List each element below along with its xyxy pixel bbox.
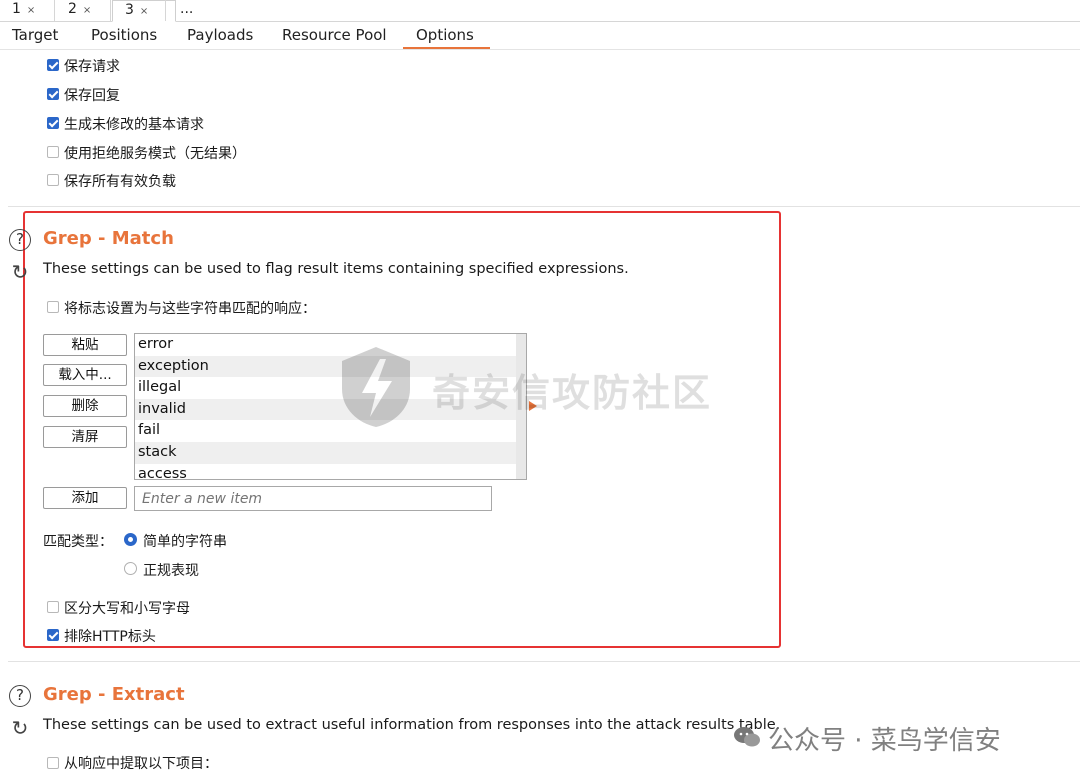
flag-match-label: 将标志设置为与这些字符串匹配的响应： xyxy=(64,301,316,317)
wechat-icon xyxy=(734,727,760,747)
attack-tab-label: 3 xyxy=(125,2,134,18)
case-sensitive-label: 区分大写和小写字母 xyxy=(64,601,190,617)
help-icon[interactable]: ? xyxy=(9,685,31,707)
section-divider xyxy=(8,206,1080,207)
tab-resource-pool[interactable]: Resource Pool xyxy=(282,26,387,44)
attack-tab-label: ... xyxy=(180,1,194,17)
grep-match-description: These settings can be used to flag resul… xyxy=(43,261,629,277)
new-item-input[interactable] xyxy=(134,486,492,511)
flag-match-checkbox[interactable] xyxy=(47,301,59,313)
watermark-text: 奇安信攻防社区 xyxy=(432,371,713,415)
attack-tab-more[interactable]: ... xyxy=(165,0,222,21)
regex-label: 正规表现 xyxy=(143,563,199,579)
store-full-payloads-label: 保存所有有效负载 xyxy=(64,174,176,190)
attack-tab-label: 1 xyxy=(12,1,21,17)
exclude-headers-checkbox[interactable] xyxy=(47,629,59,641)
make-baseline-request-checkbox[interactable] xyxy=(47,117,59,129)
tab-payloads[interactable]: Payloads xyxy=(187,26,253,44)
save-responses-label: 保存回复 xyxy=(64,88,120,104)
watermark-logo-icon xyxy=(342,347,410,427)
close-icon[interactable]: × xyxy=(140,6,148,17)
extract-items-label: 从响应中提取以下项目： xyxy=(64,756,218,772)
exclude-headers-label: 排除HTTP标头 xyxy=(64,629,156,645)
add-button[interactable]: 添加 xyxy=(43,487,127,509)
watermark-account-text: 公众号 · 菜鸟学信安 xyxy=(768,726,1001,756)
tab-positions[interactable]: Positions xyxy=(91,26,157,44)
paste-button[interactable]: 粘贴 xyxy=(43,334,127,356)
simple-string-label: 简单的字符串 xyxy=(143,534,227,550)
close-icon[interactable]: × xyxy=(27,5,35,16)
simple-string-radio[interactable] xyxy=(124,533,137,546)
attack-tab-1[interactable]: 1 × xyxy=(2,0,55,21)
sub-tabs-divider xyxy=(0,49,1080,50)
load-button[interactable]: 载入中... xyxy=(43,364,127,386)
restore-defaults-icon[interactable]: ↻ xyxy=(9,261,31,283)
grep-extract-description: These settings can be used to extract us… xyxy=(43,717,781,733)
make-baseline-request-label: 生成未修改的基本请求 xyxy=(64,117,204,133)
save-responses-checkbox[interactable] xyxy=(47,88,59,100)
close-icon[interactable]: × xyxy=(83,5,91,16)
list-item[interactable]: access xyxy=(135,464,517,479)
grep-extract-title: Grep - Extract xyxy=(43,684,185,705)
save-requests-label: 保存请求 xyxy=(64,59,120,75)
clear-button[interactable]: 清屏 xyxy=(43,426,127,448)
attack-tab-label: 2 xyxy=(68,1,77,17)
match-type-label: 匹配类型： xyxy=(43,534,113,550)
list-item[interactable]: error xyxy=(135,334,517,356)
tab-target[interactable]: Target xyxy=(12,26,58,44)
dos-mode-label: 使用拒绝服务模式（无结果） xyxy=(64,146,246,162)
section-divider xyxy=(8,661,1080,662)
store-full-payloads-checkbox[interactable] xyxy=(47,174,59,186)
attack-tab-2[interactable]: 2 × xyxy=(56,0,111,21)
list-item[interactable]: stack xyxy=(135,441,517,464)
dos-mode-checkbox[interactable] xyxy=(47,146,59,158)
save-requests-checkbox[interactable] xyxy=(47,59,59,71)
list-item[interactable]: fail xyxy=(135,420,517,442)
restore-defaults-icon[interactable]: ↻ xyxy=(9,717,31,739)
case-sensitive-checkbox[interactable] xyxy=(47,601,59,613)
extract-items-checkbox[interactable] xyxy=(47,757,59,769)
remove-button[interactable]: 删除 xyxy=(43,395,127,417)
help-icon[interactable]: ? xyxy=(9,229,31,251)
regex-radio[interactable] xyxy=(124,562,137,575)
grep-match-title: Grep - Match xyxy=(43,228,174,249)
tab-options[interactable]: Options xyxy=(416,26,474,44)
